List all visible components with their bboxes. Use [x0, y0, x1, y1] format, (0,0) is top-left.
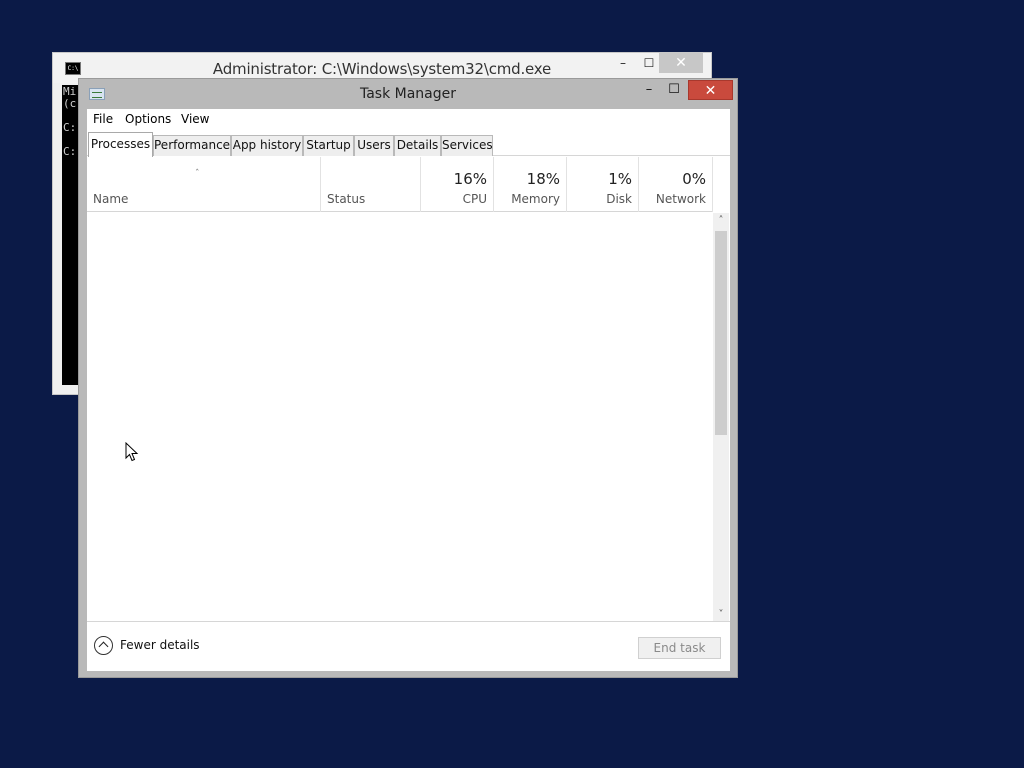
maximize-button[interactable]: ☐ — [661, 80, 687, 100]
mouse-pointer-icon — [125, 442, 139, 462]
tab-strip: Processes Performance App history Startu… — [87, 132, 730, 157]
column-disk-label: Disk — [606, 192, 632, 206]
column-status[interactable]: Status — [321, 157, 421, 212]
tab-app-history[interactable]: App history — [231, 135, 303, 156]
column-name-label: Name — [93, 192, 129, 206]
column-cpu-label: CPU — [462, 192, 487, 206]
column-memory[interactable]: 18% Memory — [494, 157, 567, 212]
close-button[interactable]: ✕ — [688, 80, 733, 100]
menu-view[interactable]: View — [181, 112, 209, 126]
cmd-close-button[interactable]: ✕ — [659, 53, 703, 73]
process-list[interactable] — [87, 213, 713, 623]
scroll-up-arrow-icon[interactable]: ˄ — [713, 213, 729, 229]
minimize-button[interactable]: – — [636, 80, 662, 100]
scrollbar-thumb[interactable] — [715, 231, 727, 435]
menu-options[interactable]: Options — [125, 112, 171, 126]
tab-performance[interactable]: Performance — [153, 135, 231, 156]
tab-users[interactable]: Users — [354, 135, 394, 156]
memory-usage-value: 18% — [526, 170, 560, 188]
task-manager-window[interactable]: Task Manager – ☐ ✕ File Options View Pro… — [78, 78, 738, 678]
task-manager-titlebar[interactable]: Task Manager – ☐ ✕ — [79, 79, 737, 109]
end-task-button[interactable]: End task — [638, 637, 721, 659]
chevron-up-circle-icon — [94, 636, 113, 655]
fewer-details-button[interactable]: Fewer details — [94, 636, 204, 656]
column-name[interactable]: ˆ Name — [87, 157, 321, 212]
footer-bar: Fewer details End task — [87, 621, 730, 671]
column-status-label: Status — [327, 192, 366, 206]
column-disk[interactable]: 1% Disk — [567, 157, 639, 212]
tab-startup[interactable]: Startup — [303, 135, 354, 156]
fewer-details-label: Fewer details — [120, 638, 200, 652]
cpu-usage-value: 16% — [453, 170, 487, 188]
column-network[interactable]: 0% Network — [639, 157, 713, 212]
menu-file[interactable]: File — [93, 112, 113, 126]
tab-services[interactable]: Services — [441, 135, 493, 156]
process-list-scrollbar[interactable]: ˄ ˅ — [713, 213, 729, 623]
cmd-minimize-button[interactable]: – — [609, 53, 637, 73]
network-usage-value: 0% — [682, 170, 706, 188]
sort-ascending-icon: ˆ — [195, 169, 200, 179]
column-cpu[interactable]: 16% CPU — [421, 157, 494, 212]
tab-processes[interactable]: Processes — [88, 132, 153, 157]
menu-bar: File Options View — [87, 109, 730, 130]
column-network-label: Network — [655, 192, 706, 206]
task-manager-client: File Options View Processes Performance … — [87, 109, 730, 671]
disk-usage-value: 1% — [608, 170, 632, 188]
column-header: ˆ Name Status 16% CPU 18% Memory 1% Disk… — [87, 157, 713, 212]
column-memory-label: Memory — [511, 192, 560, 206]
tab-details[interactable]: Details — [394, 135, 441, 156]
